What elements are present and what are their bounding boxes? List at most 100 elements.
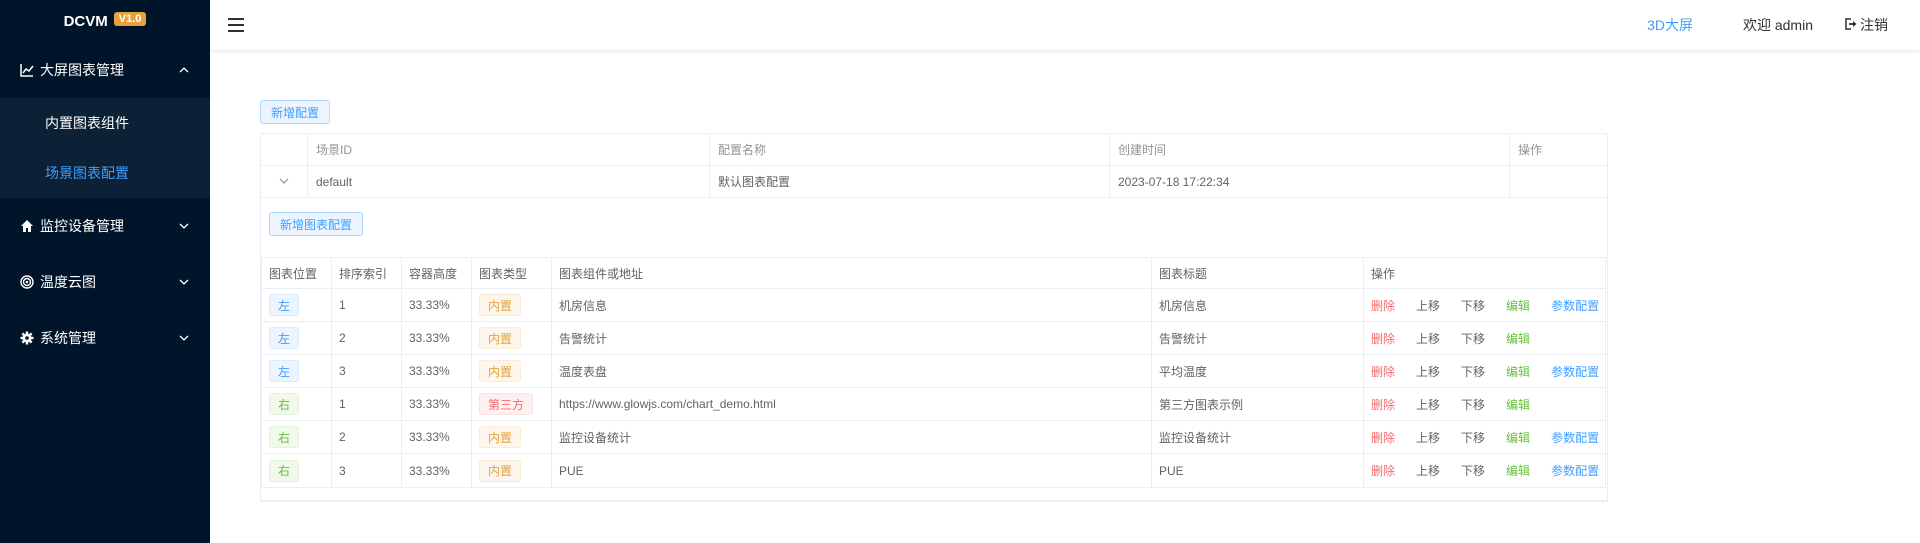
move-down-button[interactable]: 下移 [1461,429,1485,446]
index-cell: 1 [332,289,402,321]
index-cell: 1 [332,388,402,420]
add-chart-config-button[interactable]: 新增图表配置 [269,212,364,236]
column-header: 排序索引 [332,258,402,288]
height-cell: 33.33% [402,454,472,487]
move-down-button[interactable]: 下移 [1461,297,1485,314]
position-cell: 右 [262,454,332,487]
table-header: 场景ID 配置名称 创建时间 操作 [261,134,1607,166]
params-button[interactable]: 参数配置 [1551,462,1599,479]
move-up-button[interactable]: 上移 [1416,330,1440,347]
position-tag: 左 [269,360,300,382]
sidebar-item-label: 场景图表配置 [45,165,129,181]
height-cell: 33.33% [402,322,472,354]
table-row: 左 2 33.33% 内置 告警统计 告警统计 删除 上移 下移 编辑 [262,322,1606,355]
edit-button[interactable]: 编辑 [1506,462,1530,479]
params-button[interactable]: 参数配置 [1551,429,1599,446]
main-content: 新增配置 场景ID 配置名称 创建时间 操作 default 默认图表配置 20… [260,100,1608,502]
chart-config-table: 图表位置 排序索引 容器高度 图表类型 图表组件或地址 图表标题 操作 左 1 … [261,257,1606,488]
delete-button[interactable]: 删除 [1371,297,1395,314]
delete-button[interactable]: 删除 [1371,396,1395,413]
hamburger-menu-icon[interactable] [228,18,244,32]
chevron-down-icon [178,332,190,344]
sidebar-item-scene-config[interactable]: 场景图表配置 [0,148,210,198]
edit-button[interactable]: 编辑 [1506,297,1530,314]
version-badge: V1.0 [113,12,147,26]
sidebar-group-system-management[interactable]: 系统管理 [0,310,210,366]
move-down-button[interactable]: 下移 [1461,330,1485,347]
sidebar-group-label: 监控设备管理 [40,218,124,234]
welcome-user[interactable]: 欢迎 admin [1743,15,1813,35]
eye-icon [20,275,34,289]
expand-column-header [261,134,308,165]
move-up-button[interactable]: 上移 [1416,396,1440,413]
params-button[interactable]: 参数配置 [1551,363,1599,380]
position-cell: 左 [262,289,332,321]
column-header: 图表标题 [1152,258,1364,288]
sidebar-group-label: 系统管理 [40,330,96,346]
type-cell: 内置 [472,355,552,387]
table-row: 右 3 33.33% 内置 PUE PUE 删除 上移 下移 编辑 参数配置 [262,454,1606,487]
logo: DCVM V1.0 [0,0,210,42]
type-tag: 第三方 [479,393,534,415]
component-cell: 告警统计 [552,322,1152,354]
type-tag: 内置 [479,426,522,448]
expanded-row-panel: 新增图表配置 图表位置 排序索引 容器高度 图表类型 图表组件或地址 图表标题 … [261,198,1607,501]
params-button[interactable]: 参数配置 [1551,297,1599,314]
height-cell: 33.33% [402,388,472,420]
gear-icon [20,331,34,345]
edit-button[interactable]: 编辑 [1506,330,1530,347]
position-cell: 左 [262,355,332,387]
delete-button[interactable]: 删除 [1371,429,1395,446]
type-cell: 内置 [472,322,552,354]
column-header: 场景ID [308,134,710,165]
table-row: default 默认图表配置 2023-07-18 17:22:34 [261,166,1607,198]
table-row: 右 2 33.33% 内置 监控设备统计 监控设备统计 删除 上移 下移 编辑 … [262,421,1606,454]
move-down-button[interactable]: 下移 [1461,462,1485,479]
sidebar-group-label: 温度云图 [40,274,96,290]
add-config-button[interactable]: 新增配置 [260,100,331,124]
table-row: 右 1 33.33% 第三方 https://www.glowjs.com/ch… [262,388,1606,421]
column-header: 操作 [1518,143,1543,157]
column-header: 图表组件或地址 [552,258,1152,288]
title-cell: 监控设备统计 [1152,421,1364,453]
title-cell: 第三方图表示例 [1152,388,1364,420]
logout-button[interactable]: 注销 [1845,15,1888,35]
edit-button[interactable]: 编辑 [1506,363,1530,380]
move-up-button[interactable]: 上移 [1416,462,1440,479]
type-tag: 内置 [479,294,522,316]
actions-cell: 删除 上移 下移 编辑 参数配置 [1364,421,1606,453]
height-cell: 33.33% [402,355,472,387]
position-tag: 右 [269,459,300,482]
type-cell: 内置 [472,454,552,487]
edit-button[interactable]: 编辑 [1506,396,1530,413]
edit-button[interactable]: 编辑 [1506,429,1530,446]
position-tag: 左 [269,327,300,349]
3d-screen-link[interactable]: 3D大屏 [1647,15,1693,35]
submenu-chart-management: 内置图表组件 场景图表配置 [0,98,210,198]
chevron-down-icon [279,175,289,189]
move-up-button[interactable]: 上移 [1416,429,1440,446]
component-cell: 机房信息 [552,289,1152,321]
actions-cell: 删除 上移 下移 编辑 参数配置 [1364,355,1606,387]
top-header: 3D大屏 欢迎 admin 注销 [210,0,1920,50]
delete-button[interactable]: 删除 [1371,462,1395,479]
sidebar-group-temperature-cloud[interactable]: 温度云图 [0,254,210,310]
move-down-button[interactable]: 下移 [1461,363,1485,380]
move-up-button[interactable]: 上移 [1416,363,1440,380]
position-tag: 右 [269,393,300,415]
delete-button[interactable]: 删除 [1371,330,1395,347]
type-tag: 内置 [479,360,522,382]
home-icon [20,219,34,233]
move-down-button[interactable]: 下移 [1461,396,1485,413]
sidebar-item-builtin-components[interactable]: 内置图表组件 [0,98,210,148]
delete-button[interactable]: 删除 [1371,363,1395,380]
sidebar-group-device-management[interactable]: 监控设备管理 [0,198,210,254]
sidebar-group-chart-management[interactable]: 大屏图表管理 [0,42,210,98]
component-cell: 监控设备统计 [552,421,1152,453]
scene-id-cell: default [308,166,710,197]
move-up-button[interactable]: 上移 [1416,297,1440,314]
actions-cell: 删除 上移 下移 编辑 参数配置 [1364,454,1606,487]
column-header: 图表类型 [472,258,552,288]
actions-cell: 删除 上移 下移 编辑 参数配置 [1364,289,1606,321]
expand-toggle[interactable] [261,166,308,197]
